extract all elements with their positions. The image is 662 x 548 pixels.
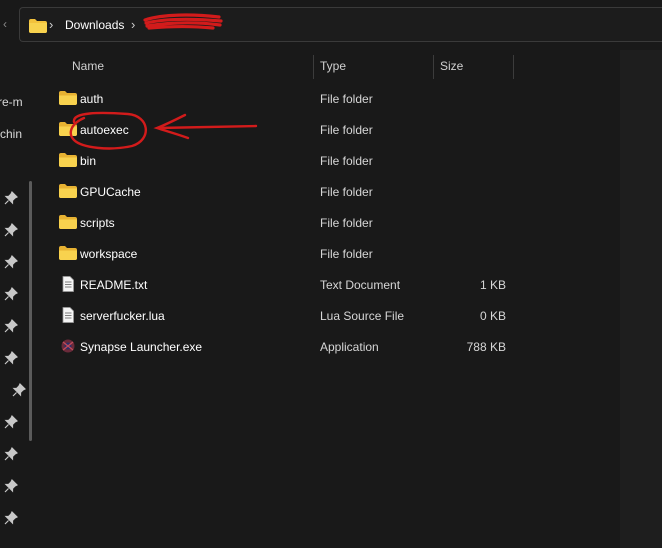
breadcrumb-downloads[interactable]: Downloads [65,18,124,32]
file-row[interactable]: GPUCache File folder [40,176,620,207]
file-type: File folder [320,216,373,230]
file-type: Text Document [320,278,401,292]
breadcrumb-separator-icon: › [131,17,136,32]
pin-icon [4,447,18,461]
address-bar[interactable]: › Downloads › [19,7,662,42]
folder-icon [59,215,77,229]
file-type: File folder [320,154,373,168]
column-header-row: Name Type Size [40,55,620,79]
file-row[interactable]: bin File folder [40,145,620,176]
file-size: 788 KB [466,340,506,354]
file-name: auth [80,92,104,106]
pin-icon [4,191,18,205]
file-name: bin [80,154,97,168]
text-file-icon [62,307,74,323]
file-row[interactable]: workspace File folder [40,238,620,269]
folder-icon [59,184,77,198]
file-name: README.txt [80,278,148,292]
column-divider[interactable] [433,55,434,79]
file-row[interactable]: serverfucker.lua Lua Source File 0 KB [40,300,620,331]
pin-icon [4,255,18,269]
navigation-pane: re-m chin j [0,50,38,548]
right-scroll-area [620,50,662,548]
nav-pane-scrollbar[interactable] [29,181,32,441]
file-type: File folder [320,123,373,137]
file-row[interactable]: autoexec File folder [40,114,620,145]
column-header-size[interactable]: Size [440,59,463,73]
folder-icon [59,246,77,260]
file-type: File folder [320,92,373,106]
file-size: 1 KB [479,278,506,292]
file-row[interactable]: Synapse Launcher.exe Application 788 KB [40,331,620,362]
file-name: workspace [80,247,138,261]
file-type: File folder [320,247,373,261]
folder-icon [29,19,47,33]
folder-icon [59,153,77,167]
file-row[interactable]: README.txt Text Document 1 KB [40,269,620,300]
nav-item-label[interactable]: re-m [0,95,36,109]
breadcrumb-separator-icon: › [49,17,54,32]
text-file-icon [62,276,74,292]
file-name: autoexec [80,123,129,137]
pin-icon [4,511,18,525]
address-bar-area: ‹ › Downloads › [0,0,662,50]
column-divider[interactable] [313,55,314,79]
file-name: GPUCache [80,185,141,199]
pin-icon [4,319,18,333]
file-name: scripts [80,216,115,230]
column-header-type[interactable]: Type [320,59,346,73]
file-name: serverfucker.lua [80,309,165,323]
file-name: Synapse Launcher.exe [80,340,203,354]
nav-item-label[interactable]: chin [0,127,38,141]
column-header-name[interactable]: Name [72,59,104,73]
file-row[interactable]: scripts File folder [40,207,620,238]
column-divider[interactable] [513,55,514,79]
file-row[interactable]: auth File folder [40,83,620,114]
file-list: Name Type Size auth File folder autoexec… [40,50,620,548]
folder-icon [59,91,77,105]
pin-icon [4,415,18,429]
redaction-scribble [143,13,223,30]
nav-back-chevron-icon[interactable]: ‹ [3,17,7,31]
folder-icon [59,122,77,136]
pin-icon [4,287,18,301]
file-type: Lua Source File [320,309,405,323]
synapse-app-icon [61,339,75,353]
pin-icon [4,479,18,493]
pin-icon [12,383,26,397]
pin-icon [4,223,18,237]
file-type: File folder [320,185,373,199]
file-size: 0 KB [479,309,506,323]
pin-icon [4,351,18,365]
file-type: Application [320,340,379,354]
